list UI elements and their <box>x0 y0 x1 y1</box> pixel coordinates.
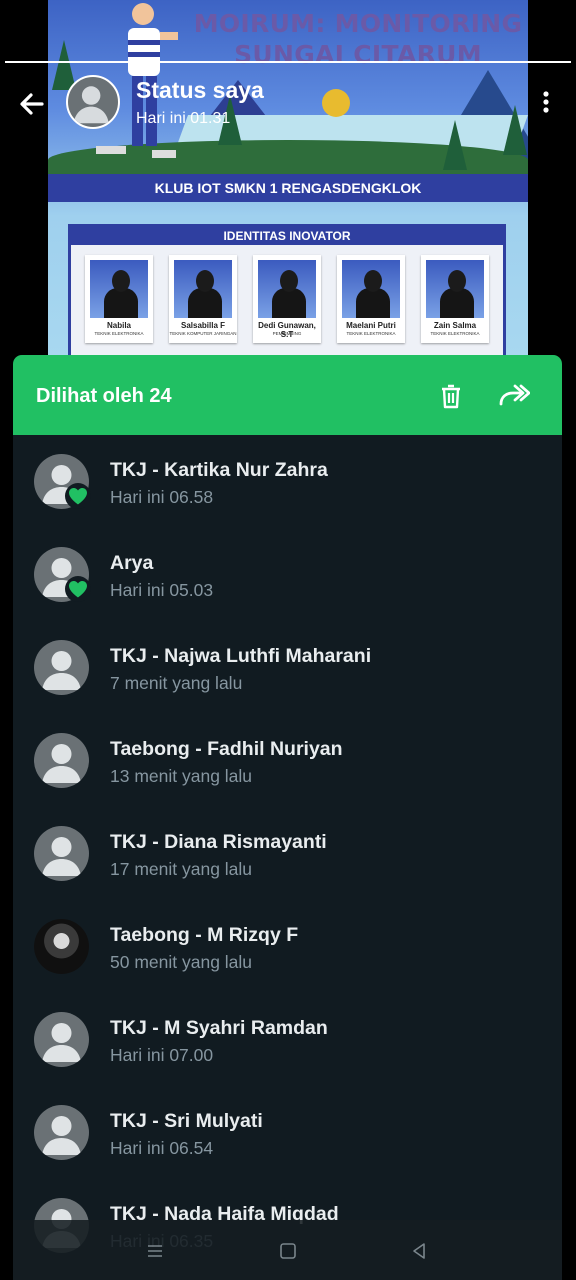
poster-banner: KLUB IOT SMKN 1 RENGASDENGKLOK <box>48 174 528 202</box>
innovator-role: TEKNIK ELEKTRONIKA <box>94 331 144 336</box>
default-avatar-icon <box>42 1116 81 1155</box>
viewers-sheet: Dilihat oleh 24 TKJ - Kartika Nur Zahra H… <box>13 355 562 1280</box>
viewer-list-item[interactable]: Taebong - Fadhil Nuriyan 13 menit yang la… <box>13 714 562 807</box>
arrow-left-icon[interactable] <box>14 86 50 122</box>
viewer-name: TKJ - M Syahri Ramdan <box>110 1017 328 1039</box>
viewer-time: 17 menit yang lalu <box>110 859 253 879</box>
viewer-list-item[interactable]: TKJ - M Syahri Ramdan Hari ini 07.00 <box>13 993 562 1086</box>
viewer-name: TKJ - Diana Rismayanti <box>110 831 327 853</box>
viewer-list-item[interactable]: Taebong - M Rizqy F 50 menit yang lalu <box>13 900 562 993</box>
innovator-photo: Maelani Putri TEKNIK ELEKTRONIKA <box>337 255 405 343</box>
heart-icon <box>65 576 91 602</box>
default-avatar-icon <box>42 837 81 876</box>
default-avatar-icon <box>42 651 81 690</box>
viewer-list-item[interactable]: TKJ - Sri Mulyati Hari ini 06.54 <box>13 1086 562 1179</box>
viewer-list-item[interactable]: Arya Hari ini 05.03 <box>13 528 562 621</box>
avatar[interactable] <box>34 640 89 695</box>
avatar[interactable] <box>34 826 89 881</box>
viewer-name: TKJ - Najwa Luthfi Maharani <box>110 645 372 667</box>
viewer-name: TKJ - Sri Mulyati <box>110 1110 263 1132</box>
innovator-role: TEKNIK ELEKTRONIKA <box>430 331 480 336</box>
innovator-name: Salsabilla F <box>180 321 226 330</box>
viewer-list-item[interactable]: TKJ - Diana Rismayanti 17 menit yang lalu <box>13 807 562 900</box>
innovator-photo: Salsabilla F TEKNIK KOMPUTER JARINGAN <box>169 255 237 343</box>
avatar[interactable] <box>34 919 89 974</box>
system-navigation-bar <box>13 1220 562 1280</box>
poster-title-line: MOIRUM: MONITORING <box>193 9 523 38</box>
more-vertical-icon[interactable] <box>532 88 560 116</box>
innovator-photo: Nabila TEKNIK ELEKTRONIKA <box>85 255 153 343</box>
avatar[interactable] <box>34 1105 89 1160</box>
avatar[interactable] <box>34 733 89 788</box>
menu-lines-icon[interactable] <box>144 1240 166 1262</box>
poster-innovator-card: IDENTITAS INOVATOR Nabila TEKNIK ELEKTRON… <box>68 224 506 360</box>
viewer-time: Hari ini 06.58 <box>110 487 214 507</box>
innovator-role: PEMBIMBING <box>272 331 302 336</box>
innovator-name: Zain Salma <box>433 321 477 330</box>
poster-sun <box>322 89 350 117</box>
viewer-time: 7 menit yang lalu <box>110 673 243 693</box>
innovator-photo: Dedi Gunawan, S.T PEMBIMBING <box>253 255 321 343</box>
triangle-back-icon[interactable] <box>408 1240 430 1262</box>
viewer-list-item[interactable]: TKJ - Najwa Luthfi Maharani 7 menit yang … <box>13 621 562 714</box>
square-icon[interactable] <box>277 1240 299 1262</box>
innovator-name: Nabila <box>106 321 131 330</box>
viewers-count-title: Dilihat oleh 24 <box>36 385 172 407</box>
viewer-list-item[interactable]: TKJ - Kartika Nur Zahra Hari ini 06.58 <box>13 435 562 528</box>
poster-card-title: IDENTITAS INOVATOR <box>71 227 503 245</box>
avatar[interactable] <box>66 75 120 129</box>
status-poster-image: MOIRUM: MONITORING SUNGAI CITARUM KLUB I… <box>48 0 528 360</box>
poster-title-line: SUNGAI CITARUM <box>234 40 482 69</box>
trash-icon[interactable] <box>437 382 465 410</box>
viewer-name: Taebong - Fadhil Nuriyan <box>110 738 343 760</box>
viewer-name: TKJ - Kartika Nur Zahra <box>110 459 328 481</box>
default-avatar-icon <box>73 86 109 124</box>
viewers-header: Dilihat oleh 24 <box>13 355 562 435</box>
status-progress-bar <box>5 61 571 63</box>
heart-icon <box>65 483 91 509</box>
poster-tree <box>443 120 467 170</box>
viewer-name: Arya <box>110 552 154 574</box>
innovator-role: TEKNIK ELEKTRONIKA <box>346 331 396 336</box>
status-time: Hari ini 01.31 <box>136 110 231 127</box>
innovator-name: Dedi Gunawan, S.T <box>258 321 316 339</box>
viewer-time: Hari ini 06.54 <box>110 1138 214 1158</box>
innovator-photo: Zain Salma TEKNIK ELEKTRONIKA <box>421 255 489 343</box>
innovator-name: Maelani Putri <box>346 321 396 330</box>
innovator-role: TEKNIK KOMPUTER JARINGAN <box>169 331 237 336</box>
avatar[interactable] <box>34 1012 89 1067</box>
forward-icon[interactable] <box>498 382 530 410</box>
default-avatar-icon <box>42 744 81 783</box>
viewer-time: 50 menit yang lalu <box>110 952 253 972</box>
viewer-time: 13 menit yang lalu <box>110 766 253 786</box>
viewer-time: Hari ini 07.00 <box>110 1045 214 1065</box>
viewer-time: Hari ini 05.03 <box>110 580 214 600</box>
poster-tree <box>503 105 527 155</box>
page-title: Status saya <box>136 77 264 103</box>
default-avatar-icon <box>42 1023 81 1062</box>
viewer-name: Taebong - M Rizqy F <box>110 924 299 946</box>
